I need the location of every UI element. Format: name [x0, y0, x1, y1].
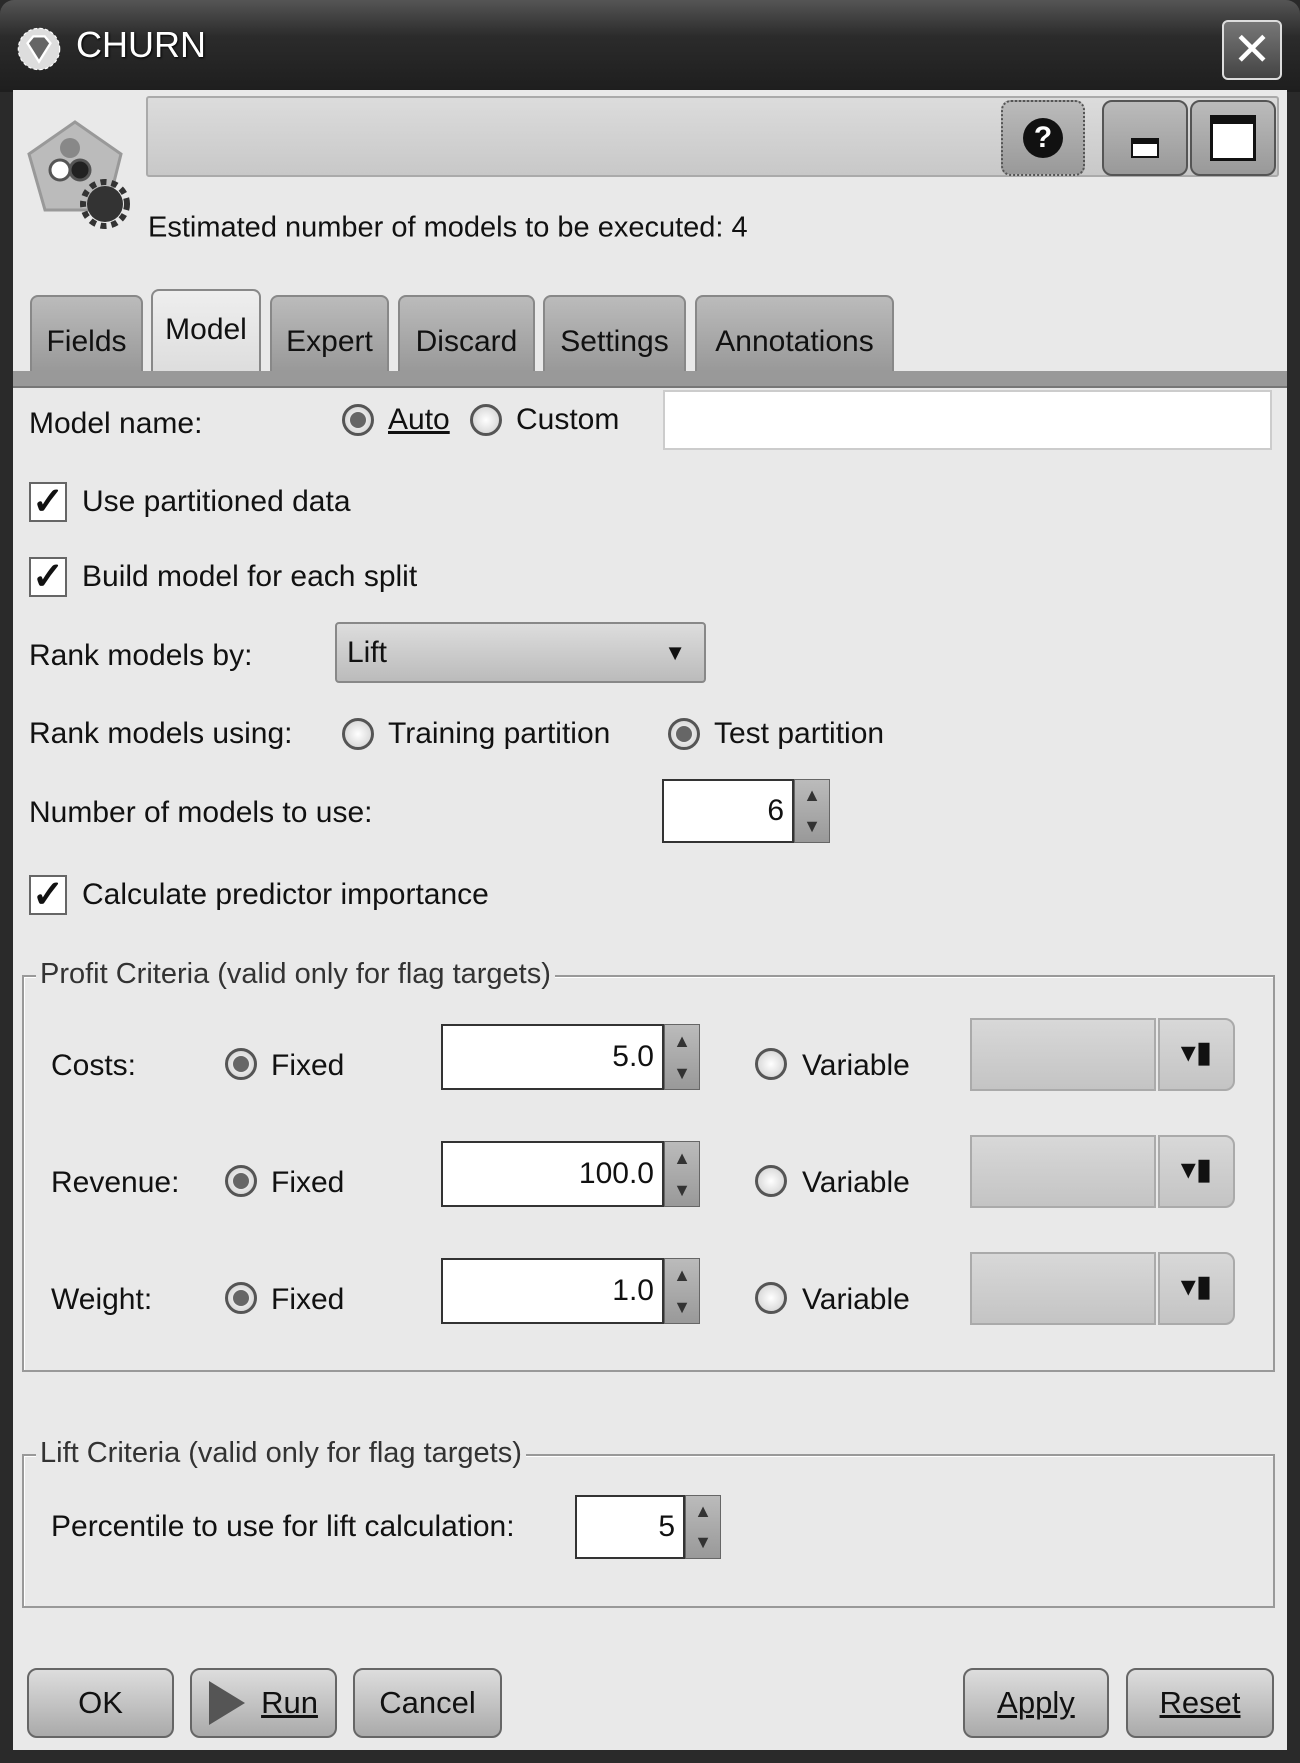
- test-partition-radio[interactable]: [668, 718, 700, 750]
- profit-criteria-title: Profit Criteria (valid only for flag tar…: [36, 958, 555, 991]
- field-picker-icon: ▾▮: [1180, 1153, 1213, 1186]
- costs-variable-label: Variable: [802, 1049, 910, 1082]
- run-button[interactable]: Run: [190, 1668, 337, 1738]
- costs-input[interactable]: 5.0: [441, 1024, 664, 1090]
- use-partitioned-checkbox[interactable]: ✓: [29, 482, 67, 522]
- help-icon: ?: [1023, 118, 1063, 158]
- training-partition-label: Training partition: [388, 717, 611, 750]
- maximize-icon: [1210, 115, 1256, 161]
- auto-radio[interactable]: [342, 404, 374, 436]
- help-button[interactable]: ?: [1001, 100, 1085, 176]
- weight-field-box: [970, 1252, 1156, 1325]
- run-label: Run: [261, 1685, 318, 1720]
- weight-input[interactable]: 1.0: [441, 1258, 664, 1324]
- rank-by-dropdown[interactable]: Lift ▼: [335, 622, 706, 683]
- revenue-label: Revenue:: [51, 1166, 180, 1199]
- field-picker-icon: ▾▮: [1180, 1036, 1213, 1069]
- revenue-fixed-label: Fixed: [271, 1166, 345, 1199]
- auto-label: Auto: [388, 403, 450, 436]
- costs-variable-radio[interactable]: [755, 1048, 787, 1080]
- tab-annotations[interactable]: Annotations: [695, 295, 894, 371]
- percentile-stepper[interactable]: ▲ ▼: [685, 1495, 721, 1559]
- costs-stepper[interactable]: ▲ ▼: [664, 1024, 700, 1090]
- num-models-stepper[interactable]: ▲ ▼: [794, 779, 830, 843]
- custom-name-input[interactable]: [663, 390, 1272, 450]
- auto-classifier-node-icon: [27, 120, 130, 229]
- weight-variable-radio[interactable]: [755, 1282, 787, 1314]
- revenue-variable-label: Variable: [802, 1166, 910, 1199]
- num-models-label: Number of models to use:: [29, 796, 373, 829]
- revenue-stepper[interactable]: ▲ ▼: [664, 1141, 700, 1207]
- diamond-icon: [17, 27, 61, 71]
- play-icon: [209, 1681, 246, 1725]
- costs-field-box: [970, 1018, 1156, 1091]
- training-partition-radio[interactable]: [342, 718, 374, 750]
- percentile-input[interactable]: 5: [575, 1495, 685, 1559]
- weight-label: Weight:: [51, 1283, 153, 1316]
- tab-discard[interactable]: Discard: [398, 295, 535, 371]
- weight-fixed-radio[interactable]: [225, 1282, 257, 1314]
- maximize-button[interactable]: [1190, 100, 1276, 176]
- revenue-field-box: [970, 1135, 1156, 1208]
- predictor-importance-checkbox[interactable]: ✓: [29, 875, 67, 915]
- tab-fields[interactable]: Fields: [30, 295, 143, 371]
- costs-fixed-label: Fixed: [271, 1049, 345, 1082]
- build-each-split-label: Build model for each split: [82, 560, 418, 593]
- close-button[interactable]: ✕: [1222, 20, 1282, 80]
- tab-expert[interactable]: Expert: [270, 295, 389, 371]
- rank-using-label: Rank models using:: [29, 717, 293, 750]
- minimize-icon: [1131, 138, 1159, 158]
- custom-label: Custom: [516, 403, 620, 436]
- custom-radio[interactable]: [470, 404, 502, 436]
- revenue-variable-radio[interactable]: [755, 1165, 787, 1197]
- costs-field-picker-button[interactable]: ▾▮: [1158, 1018, 1235, 1091]
- reset-button[interactable]: Reset: [1126, 1668, 1274, 1738]
- rank-by-value: Lift: [347, 636, 388, 669]
- ok-button[interactable]: OK: [27, 1668, 174, 1738]
- tab-strip: [13, 371, 1287, 388]
- rank-by-label: Rank models by:: [29, 639, 253, 672]
- num-models-input[interactable]: 6: [662, 779, 794, 843]
- close-icon: ✕: [1232, 23, 1272, 75]
- field-picker-icon: ▾▮: [1180, 1270, 1213, 1303]
- revenue-fixed-radio[interactable]: [225, 1165, 257, 1197]
- tab-settings[interactable]: Settings: [543, 295, 686, 371]
- costs-fixed-radio[interactable]: [225, 1048, 257, 1080]
- lift-criteria-title: Lift Criteria (valid only for flag targe…: [36, 1437, 526, 1470]
- use-partitioned-label: Use partitioned data: [82, 485, 351, 518]
- predictor-importance-label: Calculate predictor importance: [82, 878, 489, 911]
- model-name-label: Model name:: [29, 407, 203, 440]
- percentile-label: Percentile to use for lift calculation:: [51, 1510, 515, 1543]
- costs-label: Costs:: [51, 1049, 137, 1082]
- estimate-text: Estimated number of models to be execute…: [148, 211, 748, 244]
- weight-field-picker-button[interactable]: ▾▮: [1158, 1252, 1235, 1325]
- weight-fixed-label: Fixed: [271, 1283, 345, 1316]
- chevron-down-icon: ▼: [664, 640, 686, 665]
- test-partition-label: Test partition: [714, 717, 885, 750]
- apply-button[interactable]: Apply: [963, 1668, 1109, 1738]
- weight-variable-label: Variable: [802, 1283, 910, 1316]
- revenue-field-picker-button[interactable]: ▾▮: [1158, 1135, 1235, 1208]
- weight-stepper[interactable]: ▲ ▼: [664, 1258, 700, 1324]
- tab-model[interactable]: Model: [151, 289, 261, 373]
- window-title: CHURN: [76, 24, 206, 65]
- revenue-input[interactable]: 100.0: [441, 1141, 664, 1207]
- build-each-split-checkbox[interactable]: ✓: [29, 557, 67, 597]
- minimize-button[interactable]: [1102, 100, 1188, 176]
- cancel-button[interactable]: Cancel: [353, 1668, 502, 1738]
